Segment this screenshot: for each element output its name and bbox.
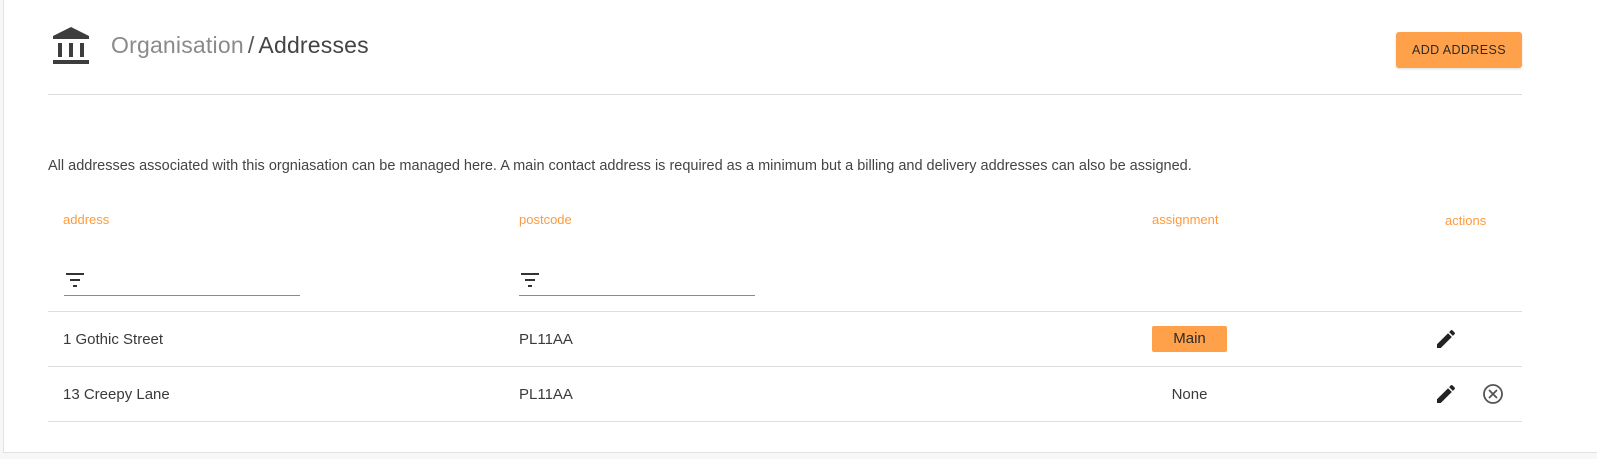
column-header-actions: actions xyxy=(1445,213,1487,228)
table-divider xyxy=(48,421,1522,422)
postcode-filter-input[interactable] xyxy=(549,268,753,294)
address-cell: 1 Gothic Street xyxy=(63,331,164,348)
table-divider xyxy=(48,311,1522,312)
breadcrumb-organisation-link[interactable]: Organisation xyxy=(111,32,244,58)
page-description: All addresses associated with this orgni… xyxy=(48,158,1192,174)
bank-icon xyxy=(50,25,92,67)
breadcrumb: Organisation / Addresses xyxy=(111,32,369,59)
assignment-badge-main: Main xyxy=(1152,326,1227,352)
assignment-none: None xyxy=(1171,386,1208,403)
remove-circle-icon[interactable] xyxy=(1481,382,1505,406)
page-header: Organisation / Addresses ADD ADDRESS xyxy=(48,22,1522,95)
postcode-cell: PL11AA xyxy=(519,331,573,348)
edit-icon[interactable] xyxy=(1434,327,1458,351)
address-filter xyxy=(64,266,300,296)
postcode-filter xyxy=(519,266,755,296)
filter-icon xyxy=(66,273,84,287)
address-cell: 13 Creepy Lane xyxy=(63,386,170,403)
breadcrumb-separator: / xyxy=(247,32,255,58)
add-address-button[interactable]: ADD ADDRESS xyxy=(1396,32,1522,68)
filter-icon xyxy=(521,273,539,287)
address-filter-input[interactable] xyxy=(94,268,298,294)
column-header-address: address xyxy=(63,212,110,227)
table-divider xyxy=(48,366,1522,367)
column-header-postcode: postcode xyxy=(519,212,572,227)
column-header-assignment: assignment xyxy=(1152,212,1219,227)
edit-icon[interactable] xyxy=(1434,382,1458,406)
page-title: Addresses xyxy=(258,32,369,58)
postcode-cell: PL11AA xyxy=(519,386,573,403)
